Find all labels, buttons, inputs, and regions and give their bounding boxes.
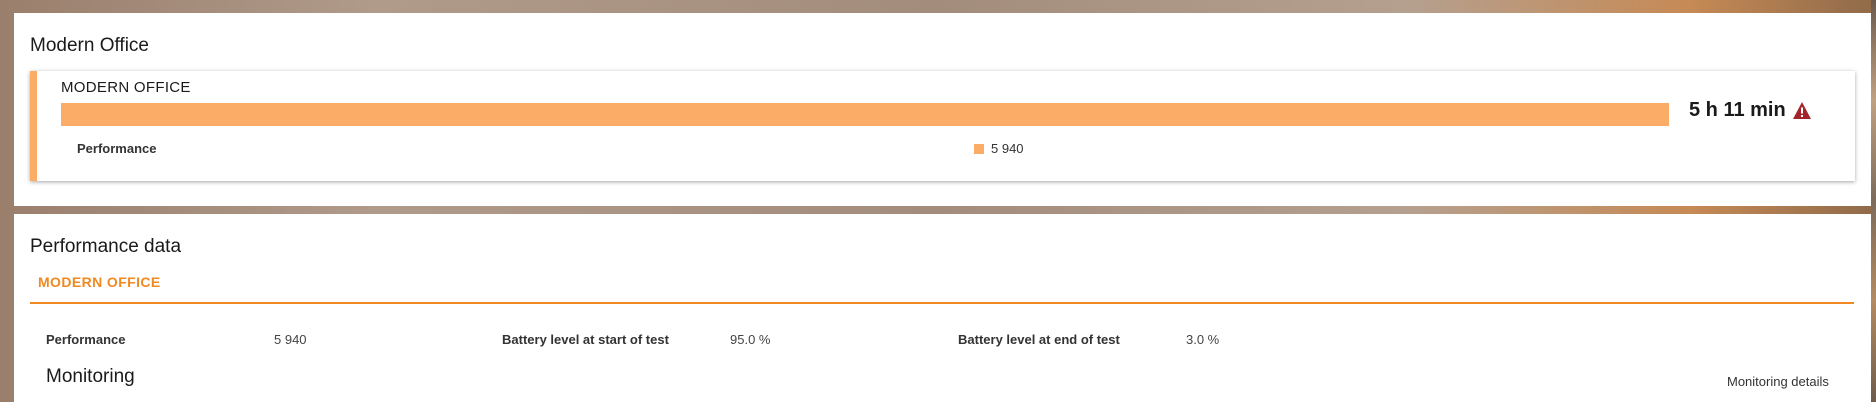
battery-start-label: Battery level at start of test [502, 332, 669, 347]
tab-underline [30, 302, 1854, 304]
legend-item: 5 940 [974, 141, 1024, 156]
tab-modern-office[interactable]: MODERN OFFICE [38, 274, 161, 290]
warning-triangle-icon[interactable] [1792, 101, 1812, 120]
performance-label: Performance [77, 141, 157, 156]
result-bar-fill [61, 103, 1669, 126]
section-title: Performance data [30, 236, 182, 257]
battery-end-label: Battery level at end of test [958, 332, 1120, 347]
battery-start-value: 95.0 % [730, 332, 771, 347]
background-strip [1871, 0, 1876, 402]
monitoring-title: Monitoring [46, 366, 135, 387]
card-title: MODERN OFFICE [61, 79, 191, 96]
battery-life-result: 5 h 11 min [1689, 99, 1812, 122]
performance-field-label: Performance [46, 332, 126, 347]
legend-value: 5 940 [991, 141, 1024, 156]
section-title: Modern Office [30, 35, 149, 56]
performance-data-panel: Performance data MODERN OFFICE Performan… [14, 214, 1871, 402]
result-card: MODERN OFFICE 5 h 11 min Performance 5 9… [30, 71, 1855, 181]
modern-office-panel: Modern Office MODERN OFFICE 5 h 11 min P… [14, 13, 1871, 206]
result-bar-track [61, 103, 1669, 126]
battery-end-value: 3.0 % [1186, 332, 1220, 347]
performance-field-value: 5 940 [274, 332, 307, 347]
legend-swatch [974, 143, 984, 154]
result-value: 5 h 11 min [1689, 99, 1786, 121]
monitoring-details-link[interactable]: Monitoring details [1727, 374, 1829, 389]
